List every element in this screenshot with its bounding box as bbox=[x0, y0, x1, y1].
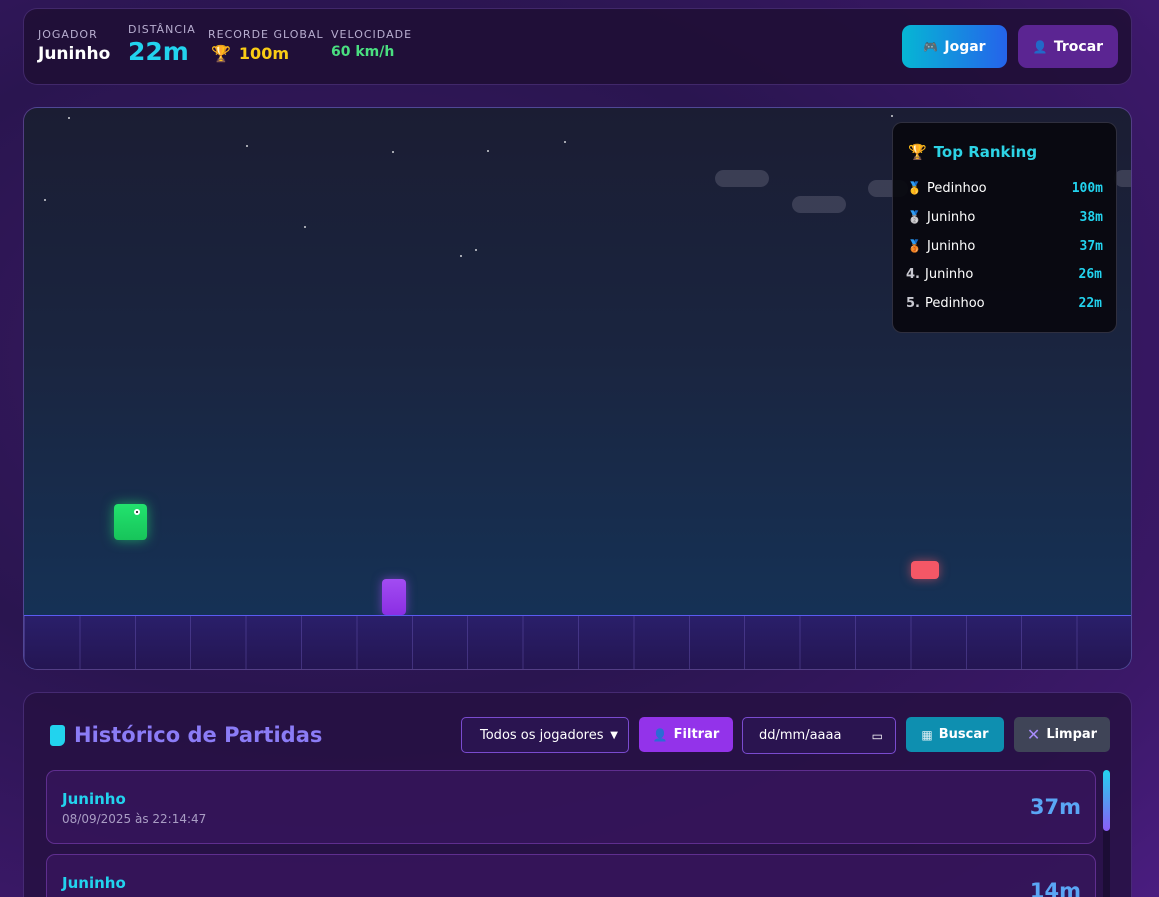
ranking-score: 37m bbox=[1079, 238, 1103, 254]
player-stat: JOGADOR Juninho bbox=[38, 28, 110, 64]
search-button-label: Buscar bbox=[938, 727, 989, 742]
match-item[interactable]: Juninho 08/09/2025 às 22:14:47 37m bbox=[46, 770, 1096, 844]
gold-medal-icon: 🥇 bbox=[907, 181, 922, 195]
x-icon: ✕ bbox=[1026, 725, 1041, 744]
ground-obstacle bbox=[382, 579, 406, 615]
ground bbox=[24, 615, 1131, 669]
match-history-panel: Histórico de Partidas Todos os jogadores… bbox=[23, 692, 1132, 897]
bronze-medal-icon: 🥉 bbox=[907, 239, 922, 253]
ranking-row: 🥈 Juninho 38m bbox=[907, 207, 1103, 227]
flying-obstacle bbox=[911, 561, 939, 579]
record-label: RECORDE GLOBAL bbox=[208, 28, 324, 41]
speed-value: 60 km/h bbox=[331, 44, 395, 60]
user-icon: 👤 bbox=[652, 727, 668, 742]
match-item[interactable]: Juninho 14m bbox=[46, 854, 1096, 897]
player-name: Juninho bbox=[38, 44, 111, 64]
play-button-label: Jogar bbox=[944, 38, 986, 55]
clear-button-label: Limpar bbox=[1046, 727, 1098, 742]
ranking-position: 5. bbox=[906, 295, 920, 311]
ranking-score: 100m bbox=[1071, 180, 1103, 196]
record-stat: RECORDE GLOBAL 🏆 100m bbox=[208, 28, 324, 63]
scrollbar-thumb[interactable] bbox=[1103, 770, 1110, 831]
ranking-name: Juninho bbox=[927, 238, 976, 254]
calendar-icon: ▭ bbox=[871, 728, 883, 743]
ranking-row: 🥉 Juninho 37m bbox=[907, 236, 1103, 256]
ranking-row: 5. Pedinhoo 22m bbox=[906, 293, 1102, 313]
star bbox=[460, 255, 462, 257]
star bbox=[392, 151, 394, 153]
speed-stat: VELOCIDADE 60 km/h bbox=[331, 28, 412, 60]
history-title: Histórico de Partidas bbox=[74, 723, 323, 747]
filter-button-label: Filtrar bbox=[673, 727, 720, 742]
match-distance: 14m bbox=[1029, 879, 1081, 897]
user-icon: 👤 bbox=[1032, 39, 1048, 54]
ranking-title: Top Ranking bbox=[933, 143, 1038, 161]
ranking-score: 22m bbox=[1078, 295, 1102, 311]
trophy-icon: 🏆 bbox=[211, 44, 231, 63]
star bbox=[891, 115, 893, 117]
star bbox=[564, 141, 566, 143]
star bbox=[44, 199, 46, 201]
player-filter-value: Todos os jogadores bbox=[480, 727, 604, 743]
silver-medal-icon: 🥈 bbox=[907, 210, 922, 224]
ranking-row: 4. Juninho 26m bbox=[906, 264, 1102, 284]
ranking-score: 26m bbox=[1078, 266, 1102, 282]
match-player-name: Juninho bbox=[62, 874, 126, 892]
player-character bbox=[114, 504, 147, 540]
ranking-name: Juninho bbox=[927, 209, 976, 225]
player-label: JOGADOR bbox=[38, 28, 98, 41]
star bbox=[68, 117, 70, 119]
ranking-name: Pedinhoo bbox=[927, 180, 987, 196]
scroll-icon bbox=[50, 724, 65, 746]
ranking-name: Juninho bbox=[925, 266, 974, 282]
search-button[interactable]: ▦ Buscar bbox=[906, 717, 1004, 752]
top-ranking-panel: 🏆 Top Ranking 🥇 Pedinhoo 100m 🥈 Juninho … bbox=[892, 122, 1117, 333]
star bbox=[304, 226, 306, 228]
player-eye bbox=[134, 509, 140, 515]
player-filter-select[interactable]: Todos os jogadores ▼ bbox=[461, 717, 629, 753]
star bbox=[246, 145, 248, 147]
game-canvas[interactable]: 🏆 Top Ranking 🥇 Pedinhoo 100m 🥈 Juninho … bbox=[23, 107, 1132, 670]
star bbox=[487, 150, 489, 152]
record-value: 100m bbox=[238, 44, 289, 63]
cloud bbox=[792, 196, 846, 213]
distance-label: DISTÂNCIA bbox=[128, 23, 196, 36]
switch-button-label: Trocar bbox=[1053, 38, 1104, 55]
distance-stat: DISTÂNCIA 22m bbox=[128, 23, 196, 66]
chevron-down-icon: ▼ bbox=[610, 729, 618, 741]
ranking-score: 38m bbox=[1079, 209, 1103, 225]
date-input[interactable]: dd/mm/aaaa ▭ bbox=[742, 717, 896, 754]
match-player-name: Juninho bbox=[62, 790, 126, 808]
cloud bbox=[715, 170, 769, 187]
ranking-name: Pedinhoo bbox=[925, 295, 985, 311]
match-distance: 37m bbox=[1029, 795, 1081, 819]
switch-player-button[interactable]: 👤 Trocar bbox=[1018, 25, 1118, 68]
speed-label: VELOCIDADE bbox=[331, 28, 413, 41]
ranking-position: 4. bbox=[906, 266, 920, 282]
filter-button[interactable]: 👤 Filtrar bbox=[639, 717, 733, 752]
play-button[interactable]: 🎮 Jogar bbox=[902, 25, 1007, 68]
star bbox=[475, 249, 477, 251]
match-date: 08/09/2025 às 22:14:47 bbox=[62, 812, 207, 826]
date-placeholder: dd/mm/aaaa bbox=[759, 728, 842, 743]
trophy-icon: 🏆 bbox=[908, 143, 927, 161]
gamepad-icon: 🎮 bbox=[923, 39, 939, 54]
ranking-row: 🥇 Pedinhoo 100m bbox=[907, 178, 1103, 198]
distance-value: 22m bbox=[128, 37, 189, 66]
clear-button[interactable]: ✕ Limpar bbox=[1014, 717, 1110, 752]
calendar-icon: ▦ bbox=[921, 727, 933, 742]
game-hud: JOGADOR Juninho DISTÂNCIA 22m RECORDE GL… bbox=[23, 8, 1132, 85]
